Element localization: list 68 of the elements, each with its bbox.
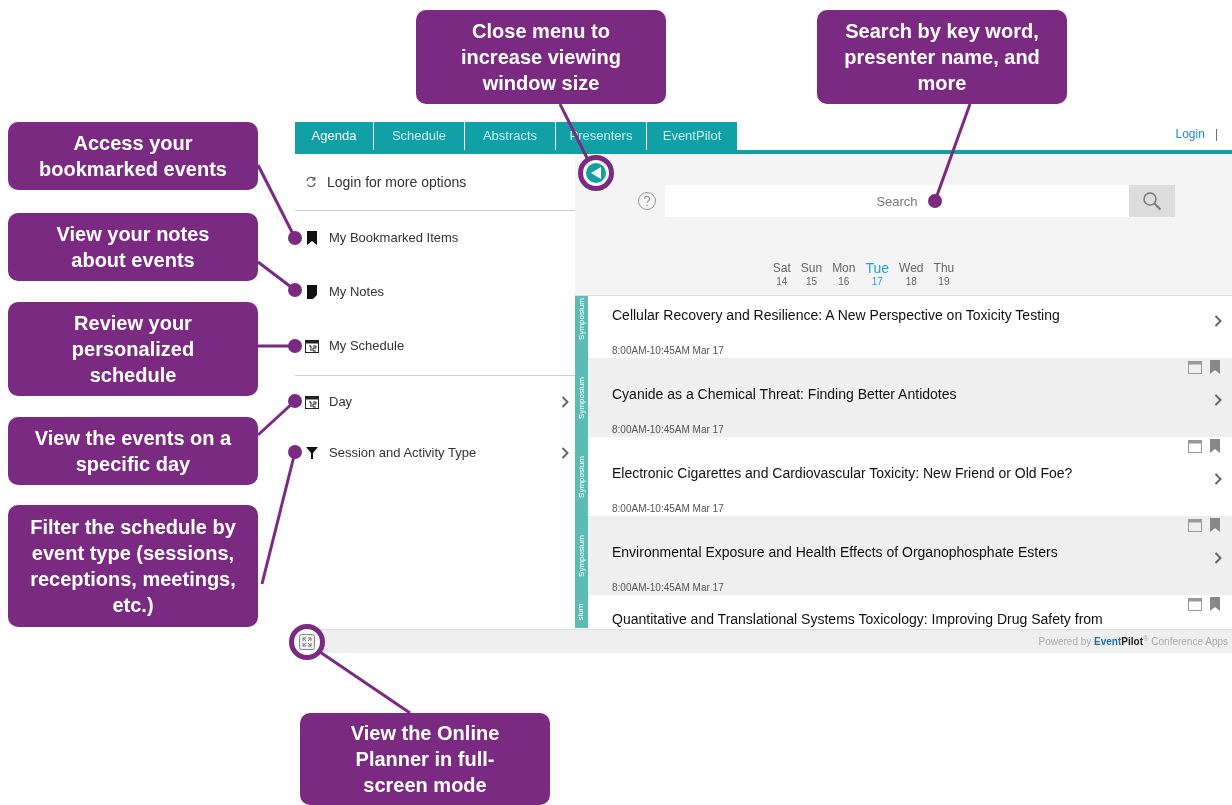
- chevron-right-icon[interactable]: [561, 395, 569, 408]
- leader-line: [257, 394, 302, 437]
- track-label: sium: [575, 603, 587, 620]
- day-selector[interactable]: Mon 16: [832, 262, 856, 288]
- session-row[interactable]: Symposium Environmental Exposure and Health Effects of Organophosphate Esters 8:00AM-10:45AM Mar 17: [575, 516, 1232, 595]
- bookmark-icon[interactable]: [1210, 439, 1220, 453]
- chevron-right-icon[interactable]: [1214, 552, 1222, 564]
- bookmark-icon[interactable]: [1210, 518, 1220, 532]
- bookmark-icon[interactable]: [1210, 360, 1220, 374]
- menu-item[interactable]: My Notes: [295, 265, 575, 319]
- day-selector[interactable]: Sat 14: [772, 262, 791, 288]
- session-time: 8:00AM-10:45AM Mar 17: [612, 502, 725, 516]
- calendar-icon: [305, 339, 319, 353]
- login-link[interactable]: Login: [1175, 125, 1205, 143]
- callout: View your notes about events: [8, 213, 258, 281]
- calendar-icon[interactable]: [1188, 518, 1202, 532]
- chevron-right-icon[interactable]: [561, 446, 569, 459]
- calendar-icon[interactable]: [1188, 360, 1202, 374]
- calendar-icon[interactable]: [1188, 597, 1202, 611]
- session-title: Environmental Exposure and Health Effects of Organophosphate Esters: [612, 543, 1059, 562]
- menu-item[interactable]: Session and Activity Type: [295, 427, 575, 478]
- menu-item[interactable]: My Schedule: [295, 319, 575, 373]
- menu-item[interactable]: Day: [295, 376, 575, 427]
- chevron-right-icon[interactable]: [1214, 473, 1222, 485]
- track-label: Symposium: [575, 297, 587, 340]
- leader-line: [257, 260, 302, 297]
- triangle-left-icon: [586, 163, 606, 183]
- menu-item[interactable]: My Bookmarked Items: [295, 211, 575, 265]
- callout: Review your personalized schedule: [8, 302, 258, 396]
- session-title: Cyanide as a Chemical Threat: Finding Better Antidotes: [612, 385, 958, 404]
- chevron-right-icon[interactable]: [1214, 394, 1222, 406]
- track-label: Symposium: [575, 376, 587, 419]
- day-selector[interactable]: Thu 19: [933, 262, 955, 288]
- callout: View the Online Planner in full-screen mode: [300, 713, 550, 805]
- note-icon: [306, 285, 318, 299]
- session-time: 8:00AM-10:45AM Mar 17: [612, 423, 725, 437]
- search-button[interactable]: [1129, 185, 1175, 217]
- session-title: Electronic Cigarettes and Cardiovascular Toxicity: New Friend or Old Foe?: [612, 464, 1074, 483]
- bookmark-icon: [306, 231, 318, 245]
- chevron-right-icon[interactable]: [1214, 315, 1222, 327]
- callout: View the events on a specific day: [8, 417, 258, 485]
- fullscreen-button[interactable]: [289, 623, 325, 660]
- session-title: Quantitative and Translational Systems Toxicology: Improving Drug Safety from: [612, 610, 1104, 629]
- bookmark-icon[interactable]: [1210, 597, 1220, 611]
- search-field[interactable]: Search: [665, 185, 1129, 217]
- callout: Search by key word, presenter name, and more: [817, 10, 1067, 104]
- track-label: Symposium: [575, 455, 587, 498]
- help-icon[interactable]: [637, 191, 657, 211]
- callout: Access your bookmarked events: [8, 122, 258, 190]
- separator-text: |: [1214, 126, 1218, 143]
- refresh-icon: [305, 176, 317, 188]
- filter-icon: [306, 445, 318, 460]
- powered-by-text: Powered by EventPilot$^{®}$ Conference Apps: [1038, 634, 1228, 649]
- session-time: 8:00AM-10:45AM Mar 17: [612, 581, 725, 595]
- session-time: 8:00AM-10:45AM Mar 17: [612, 344, 725, 358]
- track-label: Symposium: [575, 534, 587, 577]
- session-title: Cellular Recovery and Resilience: A New Perspective on Toxicity Testing: [612, 306, 1061, 325]
- search-icon: [1142, 191, 1162, 211]
- leader-line: [258, 339, 302, 353]
- calendar-icon: [305, 394, 319, 409]
- session-row[interactable]: Symposium Cyanide as a Chemical Threat: Finding Better Antidotes 8:00AM-10:45AM Mar 17: [575, 358, 1232, 437]
- callout: Filter the schedule by event type (sessions, receptions, meetings, etc.): [8, 505, 258, 627]
- callout: Close menu to increase viewing window size: [416, 10, 666, 104]
- day-selector[interactable]: Sun 15: [800, 262, 823, 288]
- expand-icon: [299, 633, 315, 650]
- calendar-icon[interactable]: [1188, 439, 1202, 453]
- day-selector[interactable]: Wed 18: [899, 262, 924, 288]
- tab[interactable]: Agenda: [295, 122, 373, 150]
